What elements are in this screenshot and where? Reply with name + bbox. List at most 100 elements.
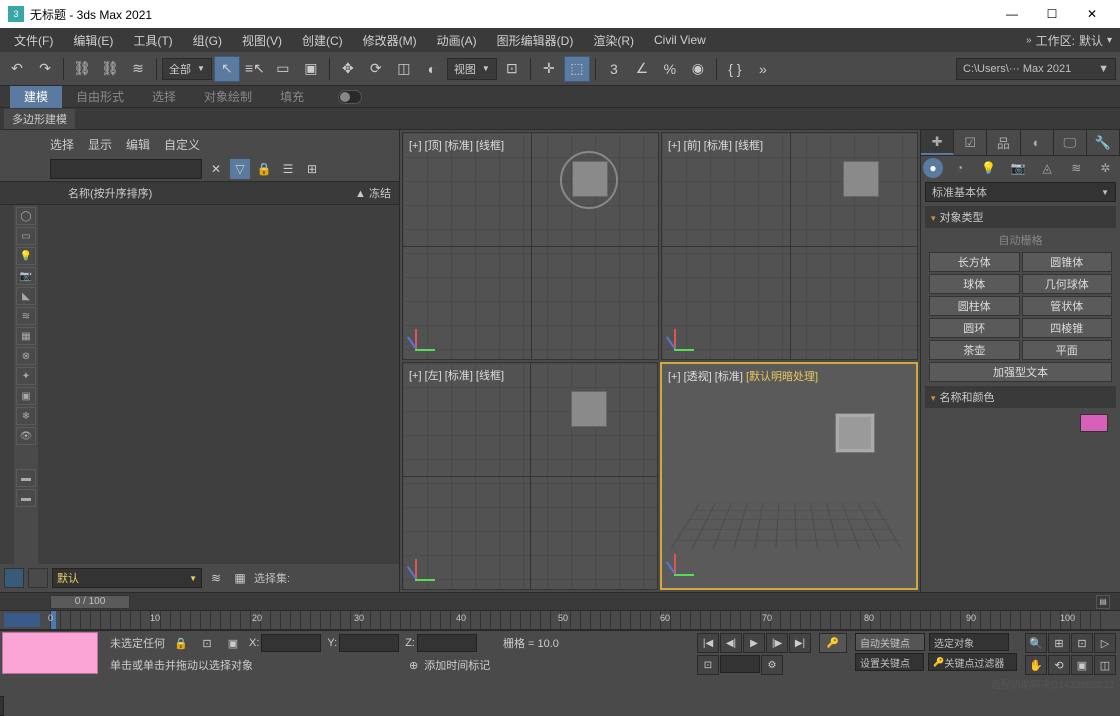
lock-icon[interactable]: 🔒 [254,159,274,179]
subtab-cameras-icon[interactable]: 📷 [1003,156,1032,180]
coord-y-input[interactable] [339,634,399,652]
maxscript-mini-panel[interactable] [2,632,98,674]
panel-tab-display[interactable]: 🖵 [1054,130,1087,155]
menu-create[interactable]: 创建(C) [292,29,353,51]
menu-edit[interactable]: 编辑(E) [63,29,123,51]
keyboard-shortcut-button[interactable]: ⬚ [564,56,590,82]
viewport-top[interactable]: [+] [顶] [标准] [线框] [402,132,659,360]
filter-shape-icon[interactable]: ▭ [16,227,36,245]
obj-cone-button[interactable]: 圆锥体 [1022,252,1113,272]
zoom-all-button[interactable]: ⊞ [1048,633,1070,653]
curve-editor-icon[interactable]: ▤ [1096,595,1110,609]
spinner-snap-button[interactable]: ◉ [685,56,711,82]
filter-geom-icon[interactable]: ◯ [16,207,36,225]
goto-end-button[interactable]: ▶| [789,633,811,653]
scene-search-input[interactable] [50,159,202,179]
viewport-left[interactable]: [+] [左] [标准] [线框] [402,362,658,590]
subtab-geometry-icon[interactable]: ● [923,158,943,178]
layer-toggle-a[interactable] [4,568,24,588]
viewport-front-label[interactable]: [+] [前] [标准] [线框] [668,137,763,153]
selection-filter-dropdown[interactable]: 全部▼ [162,58,212,80]
key-mode-button[interactable]: 🔑 [819,633,847,653]
setkey-button[interactable]: 设置关键点 [855,653,924,671]
ribbon-tab-selection[interactable]: 选择 [138,86,190,108]
view-list-icon[interactable]: ☰ [278,159,298,179]
use-center-button[interactable]: ⊡ [499,56,525,82]
maxscript-listener-input[interactable]: MAXScript 迷 [0,696,4,716]
obj-cylinder-button[interactable]: 圆柱体 [929,296,1020,316]
time-ruler[interactable]: 0 10 20 30 40 50 60 70 80 90 100 [0,610,1120,630]
orbit-button[interactable]: ⟲ [1048,655,1070,675]
rollout-object-type[interactable]: 对象类型 [925,206,1116,228]
color-swatch[interactable] [1080,414,1108,432]
angle-snap-button[interactable]: ∠ [629,56,655,82]
panel-tab-create[interactable]: ✚ [921,130,954,155]
nav-extra-button[interactable]: ◫ [1094,655,1116,675]
column-freeze[interactable]: ▲ 冻结 [355,185,391,201]
layer-toggle-b[interactable] [28,568,48,588]
play-button[interactable]: ▶ [743,633,765,653]
menu-rendering[interactable]: 渲染(R) [583,29,644,51]
ribbon-tab-objectpaint[interactable]: 对象绘制 [190,86,266,108]
viewcube-front[interactable] [843,161,879,197]
filter-camera-icon[interactable]: 📷 [16,267,36,285]
obj-plane-button[interactable]: 平面 [1022,340,1113,360]
close-button[interactable]: ✕ [1072,0,1112,28]
filter-group-icon[interactable]: ▦ [16,327,36,345]
keyfilter-button[interactable]: 🔑关键点过滤器 [928,653,1017,671]
iso-selection-icon[interactable]: ⊡ [197,633,217,653]
filter-spacewarp-icon[interactable]: ≋ [16,307,36,325]
viewcube-top[interactable] [572,161,608,197]
maximize-button[interactable]: ☐ [1032,0,1072,28]
fov-button[interactable]: ▷ [1094,633,1116,653]
window-crossing-button[interactable]: ▣ [298,56,324,82]
filter-misc2-icon[interactable]: ▬ [16,489,36,507]
pan-button[interactable]: ✋ [1025,655,1047,675]
menu-modifiers[interactable]: 修改器(M) [353,29,427,51]
menu-views[interactable]: 视图(V) [232,29,292,51]
viewport-left-label[interactable]: [+] [左] [标准] [线框] [409,367,504,383]
zoom-button[interactable]: 🔍 [1025,633,1047,653]
redo-button[interactable]: ↷ [32,56,58,82]
filter-frozen-icon[interactable]: ❄ [16,407,36,425]
column-name[interactable]: 名称(按升序排序) [68,185,355,201]
menu-group[interactable]: 组(G) [183,29,232,51]
keyobject-dropdown[interactable]: 选定对象 [929,633,1009,651]
obj-pyramid-button[interactable]: 四棱锥 [1022,318,1113,338]
unlink-button[interactable]: ⛓ [97,56,123,82]
viewcube-left[interactable] [571,391,607,427]
obj-textplus-button[interactable]: 加强型文本 [929,362,1112,382]
panel-tab-utilities[interactable]: 🔧 [1087,130,1120,155]
obj-sphere-button[interactable]: 球体 [929,274,1020,294]
obj-tube-button[interactable]: 管状体 [1022,296,1113,316]
viewport-persp-label[interactable]: [+] [透视] [标准] [默认明暗处理] [668,368,818,384]
scene-menu-edit[interactable]: 编辑 [126,136,150,153]
rotate-button[interactable]: ⟳ [363,56,389,82]
named-selection-button[interactable]: { } [722,56,748,82]
select-by-name-button[interactable]: ≡↖ [242,56,268,82]
add-time-tag[interactable]: 添加时间标记 [424,657,490,673]
time-slider[interactable]: 0 / 100 [50,595,130,609]
menu-file[interactable]: 文件(F) [4,29,63,51]
subtab-shapes-icon[interactable]: ◔ [945,156,974,180]
ribbon-tab-populate[interactable]: 填充 [266,86,318,108]
menu-tools[interactable]: 工具(T) [123,29,182,51]
move-button[interactable]: ✥ [335,56,361,82]
coord-x-input[interactable] [261,634,321,652]
subtab-systems-icon[interactable]: ✲ [1091,156,1120,180]
max-viewport-button[interactable]: ▣ [1071,655,1093,675]
abs-transform-icon[interactable]: ▣ [223,633,243,653]
next-frame-button[interactable]: |▶ [766,633,788,653]
minimize-button[interactable]: — [992,0,1032,28]
goto-start-button[interactable]: |◀ [697,633,719,653]
ribbon-toggle[interactable] [338,90,362,104]
viewcube-persp[interactable] [835,413,875,453]
layer-icon-a[interactable]: ≋ [206,568,226,588]
autokey-button[interactable]: 自动关键点 [855,633,925,651]
view-col-icon[interactable]: ⊞ [302,159,322,179]
viewport-top-label[interactable]: [+] [顶] [标准] [线框] [409,137,504,153]
overflow-icon[interactable]: » [750,56,776,82]
ribbon-tab-modeling[interactable]: 建模 [10,86,62,108]
subtab-lights-icon[interactable]: 💡 [974,156,1003,180]
menu-animation[interactable]: 动画(A) [427,29,487,51]
